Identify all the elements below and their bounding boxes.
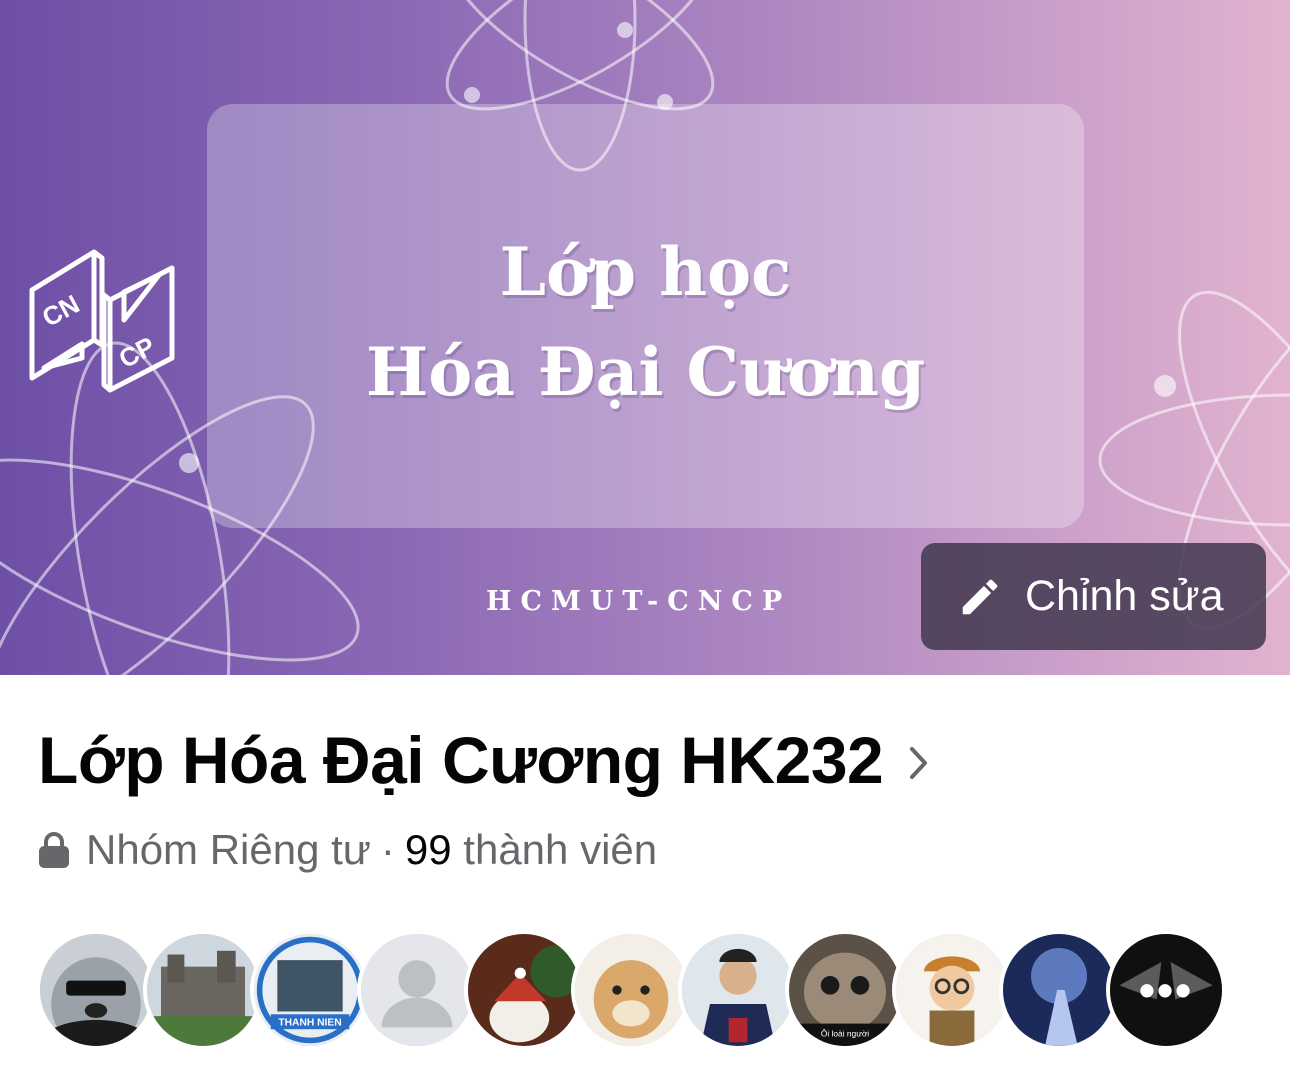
members-link[interactable]: 99 thành viên	[405, 826, 657, 874]
member-avatar[interactable]	[36, 930, 156, 1050]
group-meta: Nhóm Riêng tư · 99 thành viên	[38, 826, 657, 874]
member-avatar[interactable]: THANH NIEN	[250, 930, 370, 1050]
edit-cover-button[interactable]: Chỉnh sửa	[921, 543, 1266, 650]
member-avatar[interactable]	[678, 930, 798, 1050]
cover-title-line2: Hóa Đại Cương	[365, 333, 926, 411]
member-avatar-default[interactable]	[357, 930, 477, 1050]
member-avatar[interactable]	[999, 930, 1119, 1050]
member-avatar[interactable]	[464, 930, 584, 1050]
member-avatar[interactable]: Ôi loài người	[785, 930, 905, 1050]
member-avatar[interactable]	[892, 930, 1012, 1050]
group-name: Lớp Hóa Đại Cương HK232	[38, 723, 884, 797]
cncp-logo: CN CP	[29, 249, 175, 393]
group-cover-photo[interactable]: CN CP Lớp học Hóa Đại Cương HCMUT-CNCP C…	[0, 0, 1290, 675]
chevron-right-icon	[910, 747, 928, 779]
more-members-button[interactable]: •••	[1106, 930, 1226, 1050]
svg-text:CN: CN	[37, 289, 84, 333]
meta-separator: ·	[380, 826, 395, 873]
cover-tagline: HCMUT-CNCP	[486, 586, 792, 617]
svg-text:Ôi loài người: Ôi loài người	[821, 1029, 869, 1039]
group-title-link[interactable]: Lớp Hóa Đại Cương HK232	[38, 722, 929, 798]
member-avatar[interactable]	[571, 930, 691, 1050]
member-count: 99	[404, 826, 452, 873]
member-avatar[interactable]	[143, 930, 263, 1050]
privacy-label: Nhóm Riêng tư	[86, 826, 371, 873]
lock-icon	[39, 832, 69, 868]
edit-cover-label: Chỉnh sửa	[1025, 572, 1224, 620]
cover-title-line1: Lớp học	[499, 233, 792, 311]
cover-title: Lớp học Hóa Đại Cương	[207, 222, 1084, 422]
svg-text:THANH NIEN: THANH NIEN	[278, 1017, 341, 1028]
pencil-icon	[962, 579, 998, 614]
more-icon: •••	[1138, 964, 1194, 1016]
member-label: thành viên	[463, 826, 658, 873]
